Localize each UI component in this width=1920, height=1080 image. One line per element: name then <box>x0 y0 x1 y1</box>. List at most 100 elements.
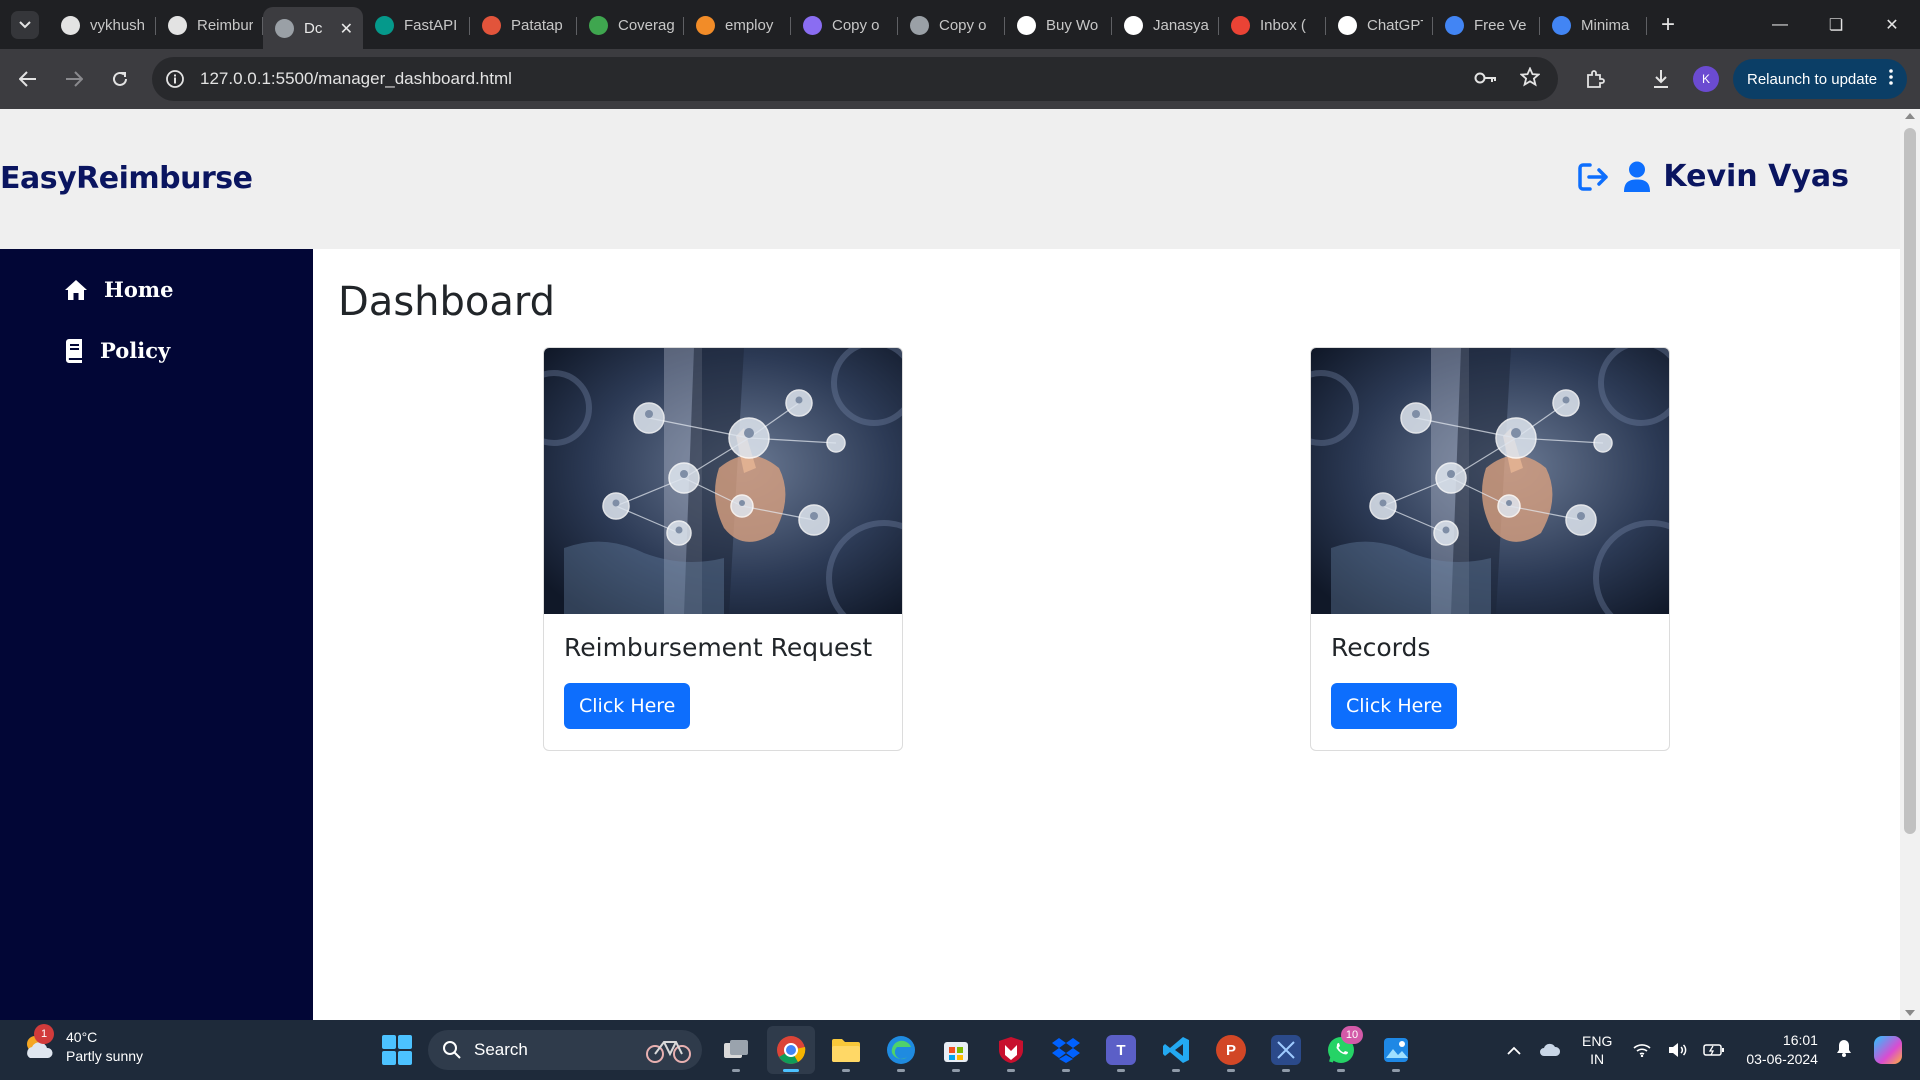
start-button[interactable] <box>382 1035 412 1065</box>
restore-button[interactable]: ❏ <box>1808 0 1864 49</box>
scroll-down-arrow[interactable] <box>1905 1010 1915 1016</box>
lang-line-2: IN <box>1590 1051 1605 1067</box>
site-info-icon[interactable] <box>162 66 188 92</box>
user-name: Kevin Vyas <box>1663 159 1849 194</box>
close-window-button[interactable]: ✕ <box>1864 0 1920 49</box>
weather-widget[interactable]: 1 40°C Partly sunny <box>22 1024 144 1066</box>
browser-tab[interactable]: Buy Wo <box>1005 8 1112 44</box>
extensions-button[interactable] <box>1575 59 1615 99</box>
chevron-up-icon[interactable] <box>1500 1046 1528 1055</box>
whatsapp-badge: 10 <box>1341 1026 1363 1044</box>
chevron-down-icon <box>19 20 31 28</box>
close-tab-icon[interactable]: ✕ <box>340 19 353 39</box>
mcafee-app[interactable] <box>987 1026 1035 1074</box>
url-text[interactable]: 127.0.0.1:5500/manager_dashboard.html <box>200 69 512 89</box>
arrow-left-icon <box>19 71 36 87</box>
employ-icon <box>696 16 715 35</box>
main-content: Dashboard Reimbursement Request Click He… <box>313 249 1900 1020</box>
arrow-right-icon <box>66 71 83 87</box>
browser-tab[interactable]: Free Ve <box>1433 8 1540 44</box>
browser-tab[interactable]: Coverage <box>577 8 684 44</box>
task-view-button[interactable] <box>712 1026 760 1074</box>
edge-app[interactable] <box>877 1026 925 1074</box>
language-indicator[interactable]: ENG IN <box>1582 1032 1612 1068</box>
battery-icon[interactable] <box>1700 1043 1728 1057</box>
new-tab-button[interactable]: + <box>1661 11 1675 39</box>
user-icon <box>1623 161 1651 193</box>
sidebar: Home Policy <box>0 249 313 1020</box>
browser-tab[interactable]: Patatap <box>470 8 577 44</box>
network-hand-image <box>1311 348 1669 614</box>
tab-title: Copy o <box>939 17 987 34</box>
password-key-icon[interactable] <box>1474 69 1498 90</box>
chrome-icon <box>777 1036 806 1064</box>
chrome-app[interactable] <box>767 1026 815 1074</box>
browser-tab[interactable]: Copy o <box>898 8 1005 44</box>
shield-icon <box>999 1037 1023 1063</box>
copilot-icon[interactable] <box>1873 1036 1902 1064</box>
forms-icon <box>1445 16 1464 35</box>
browser-tab[interactable]: vykhush <box>49 8 156 44</box>
back-button[interactable] <box>8 59 48 99</box>
more-menu-icon[interactable] <box>1889 69 1893 89</box>
sidebar-item-label: Home <box>104 277 174 302</box>
dropbox-app[interactable] <box>1042 1026 1090 1074</box>
window-controls: — ❏ ✕ <box>1752 0 1920 49</box>
address-bar[interactable]: 127.0.0.1:5500/manager_dashboard.html <box>152 57 1558 101</box>
browser-tab[interactable]: Janasya <box>1112 8 1219 44</box>
clock-time: 16:01 <box>1782 1032 1818 1048</box>
clock-date: 03-06-2024 <box>1746 1051 1818 1067</box>
reimbursement-request-button[interactable]: Click Here <box>564 683 691 729</box>
bookmark-star-icon[interactable] <box>1519 65 1541 92</box>
vscode-app[interactable] <box>1152 1026 1200 1074</box>
scroll-up-arrow[interactable] <box>1905 113 1915 119</box>
sidebar-item-home[interactable]: Home <box>64 277 173 302</box>
profile-avatar[interactable]: K <box>1693 66 1719 92</box>
web-page: EasyReimburse Kevin Vyas Home Policy Das… <box>0 109 1900 1020</box>
browser-tab[interactable]: Reimburse <box>156 8 263 44</box>
forward-button[interactable] <box>54 59 94 99</box>
sidebar-item-policy[interactable]: Policy <box>64 338 170 363</box>
logout-icon[interactable] <box>1577 160 1611 194</box>
browser-tab[interactable]: ChatGPT <box>1326 8 1433 44</box>
edge-icon <box>887 1036 915 1064</box>
weather-desc: Partly sunny <box>66 1048 144 1064</box>
relaunch-to-update-button[interactable]: Relaunch to update <box>1733 59 1908 99</box>
browser-tab[interactable]: Dc ✕ <box>263 7 363 50</box>
home-icon <box>64 278 88 302</box>
browser-tab[interactable]: Copy o <box>791 8 898 44</box>
page-scrollbar[interactable] <box>1900 109 1920 1020</box>
browser-tab[interactable]: FastAPI <box>363 8 470 44</box>
browser-tab-strip: vykhush Reimburse Dc ✕ FastAPI Patatap Coverag… <box>0 0 1920 50</box>
teams-app[interactable]: T <box>1097 1026 1145 1074</box>
records-button[interactable]: Click Here <box>1331 683 1458 729</box>
clock[interactable]: 16:01 03-06-2024 <box>1746 1031 1818 1069</box>
tab-title: Janasya <box>1153 17 1209 34</box>
browser-tab[interactable]: Inbox ( <box>1219 8 1326 44</box>
relaunch-label: Relaunch to update <box>1747 70 1878 88</box>
whatsapp-app[interactable]: 10 <box>1317 1026 1365 1074</box>
volume-icon[interactable] <box>1664 1042 1692 1058</box>
file-explorer-app[interactable] <box>822 1026 870 1074</box>
brand-logo[interactable]: EasyReimburse <box>0 161 253 196</box>
tab-list: vykhush Reimburse Dc ✕ FastAPI Patatap Coverag… <box>49 0 1647 50</box>
minimize-button[interactable]: — <box>1752 0 1808 49</box>
taskbar-search[interactable]: Search <box>428 1030 702 1070</box>
tab-title: Minima <box>1581 17 1630 34</box>
browser-tab[interactable]: Minima <box>1540 8 1647 44</box>
snipping-tool-app[interactable] <box>1262 1026 1310 1074</box>
scroll-thumb[interactable] <box>1904 128 1916 834</box>
photos-app[interactable] <box>1372 1026 1420 1074</box>
downloads-button[interactable] <box>1641 59 1681 99</box>
tab-search-button[interactable] <box>11 10 39 39</box>
microsoft-store-app[interactable] <box>932 1026 980 1074</box>
browser-tab[interactable]: employ <box>684 8 791 44</box>
notification-bell-icon[interactable] <box>1836 1039 1852 1062</box>
weather-temp: 40°C <box>66 1029 98 1045</box>
taskbar-apps: T P 10 <box>712 1026 1427 1074</box>
reload-button[interactable] <box>100 59 140 99</box>
wifi-icon[interactable] <box>1628 1043 1656 1057</box>
powerpoint-app[interactable]: P <box>1207 1026 1255 1074</box>
onedrive-icon[interactable] <box>1536 1042 1564 1058</box>
tab-title: Patatap <box>511 17 563 34</box>
